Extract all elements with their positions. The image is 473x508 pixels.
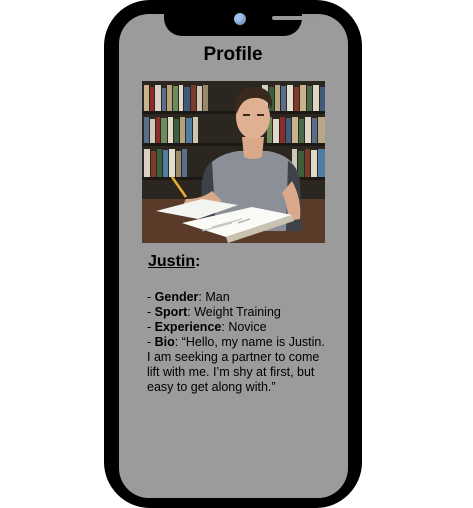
detail-label: Bio — [154, 335, 175, 349]
profile-name: Justin: — [148, 253, 200, 271]
detail-sport: - Sport: Weight Training — [147, 305, 325, 320]
profile-name-suffix: : — [195, 253, 201, 270]
phone-frame — [104, 0, 362, 508]
detail-prefix: - — [147, 335, 155, 349]
profile-photo — [142, 81, 325, 243]
detail-prefix: - — [147, 320, 155, 334]
detail-separator: : — [174, 335, 182, 349]
front-camera-icon — [234, 13, 246, 25]
profile-name-text: Justin — [148, 253, 196, 270]
profile-details: - Gender: Man - Sport: Weight Training -… — [147, 290, 325, 395]
detail-label: Experience — [154, 320, 222, 334]
detail-value: Novice — [228, 320, 267, 334]
detail-gender: - Gender: Man — [147, 290, 325, 305]
detail-prefix: - — [147, 305, 155, 319]
detail-value: Man — [205, 290, 230, 304]
page-title: Profile — [203, 44, 263, 65]
speaker-grille-icon — [272, 16, 314, 20]
detail-label: Gender — [154, 290, 199, 304]
detail-experience: - Experience: Novice — [147, 320, 325, 335]
detail-prefix: - — [147, 290, 155, 304]
detail-label: Sport — [154, 305, 188, 319]
phone-notch — [164, 0, 314, 36]
detail-value: Weight Training — [194, 305, 281, 319]
detail-bio: - Bio: “Hello, my name is Justin. I am s… — [147, 335, 325, 395]
